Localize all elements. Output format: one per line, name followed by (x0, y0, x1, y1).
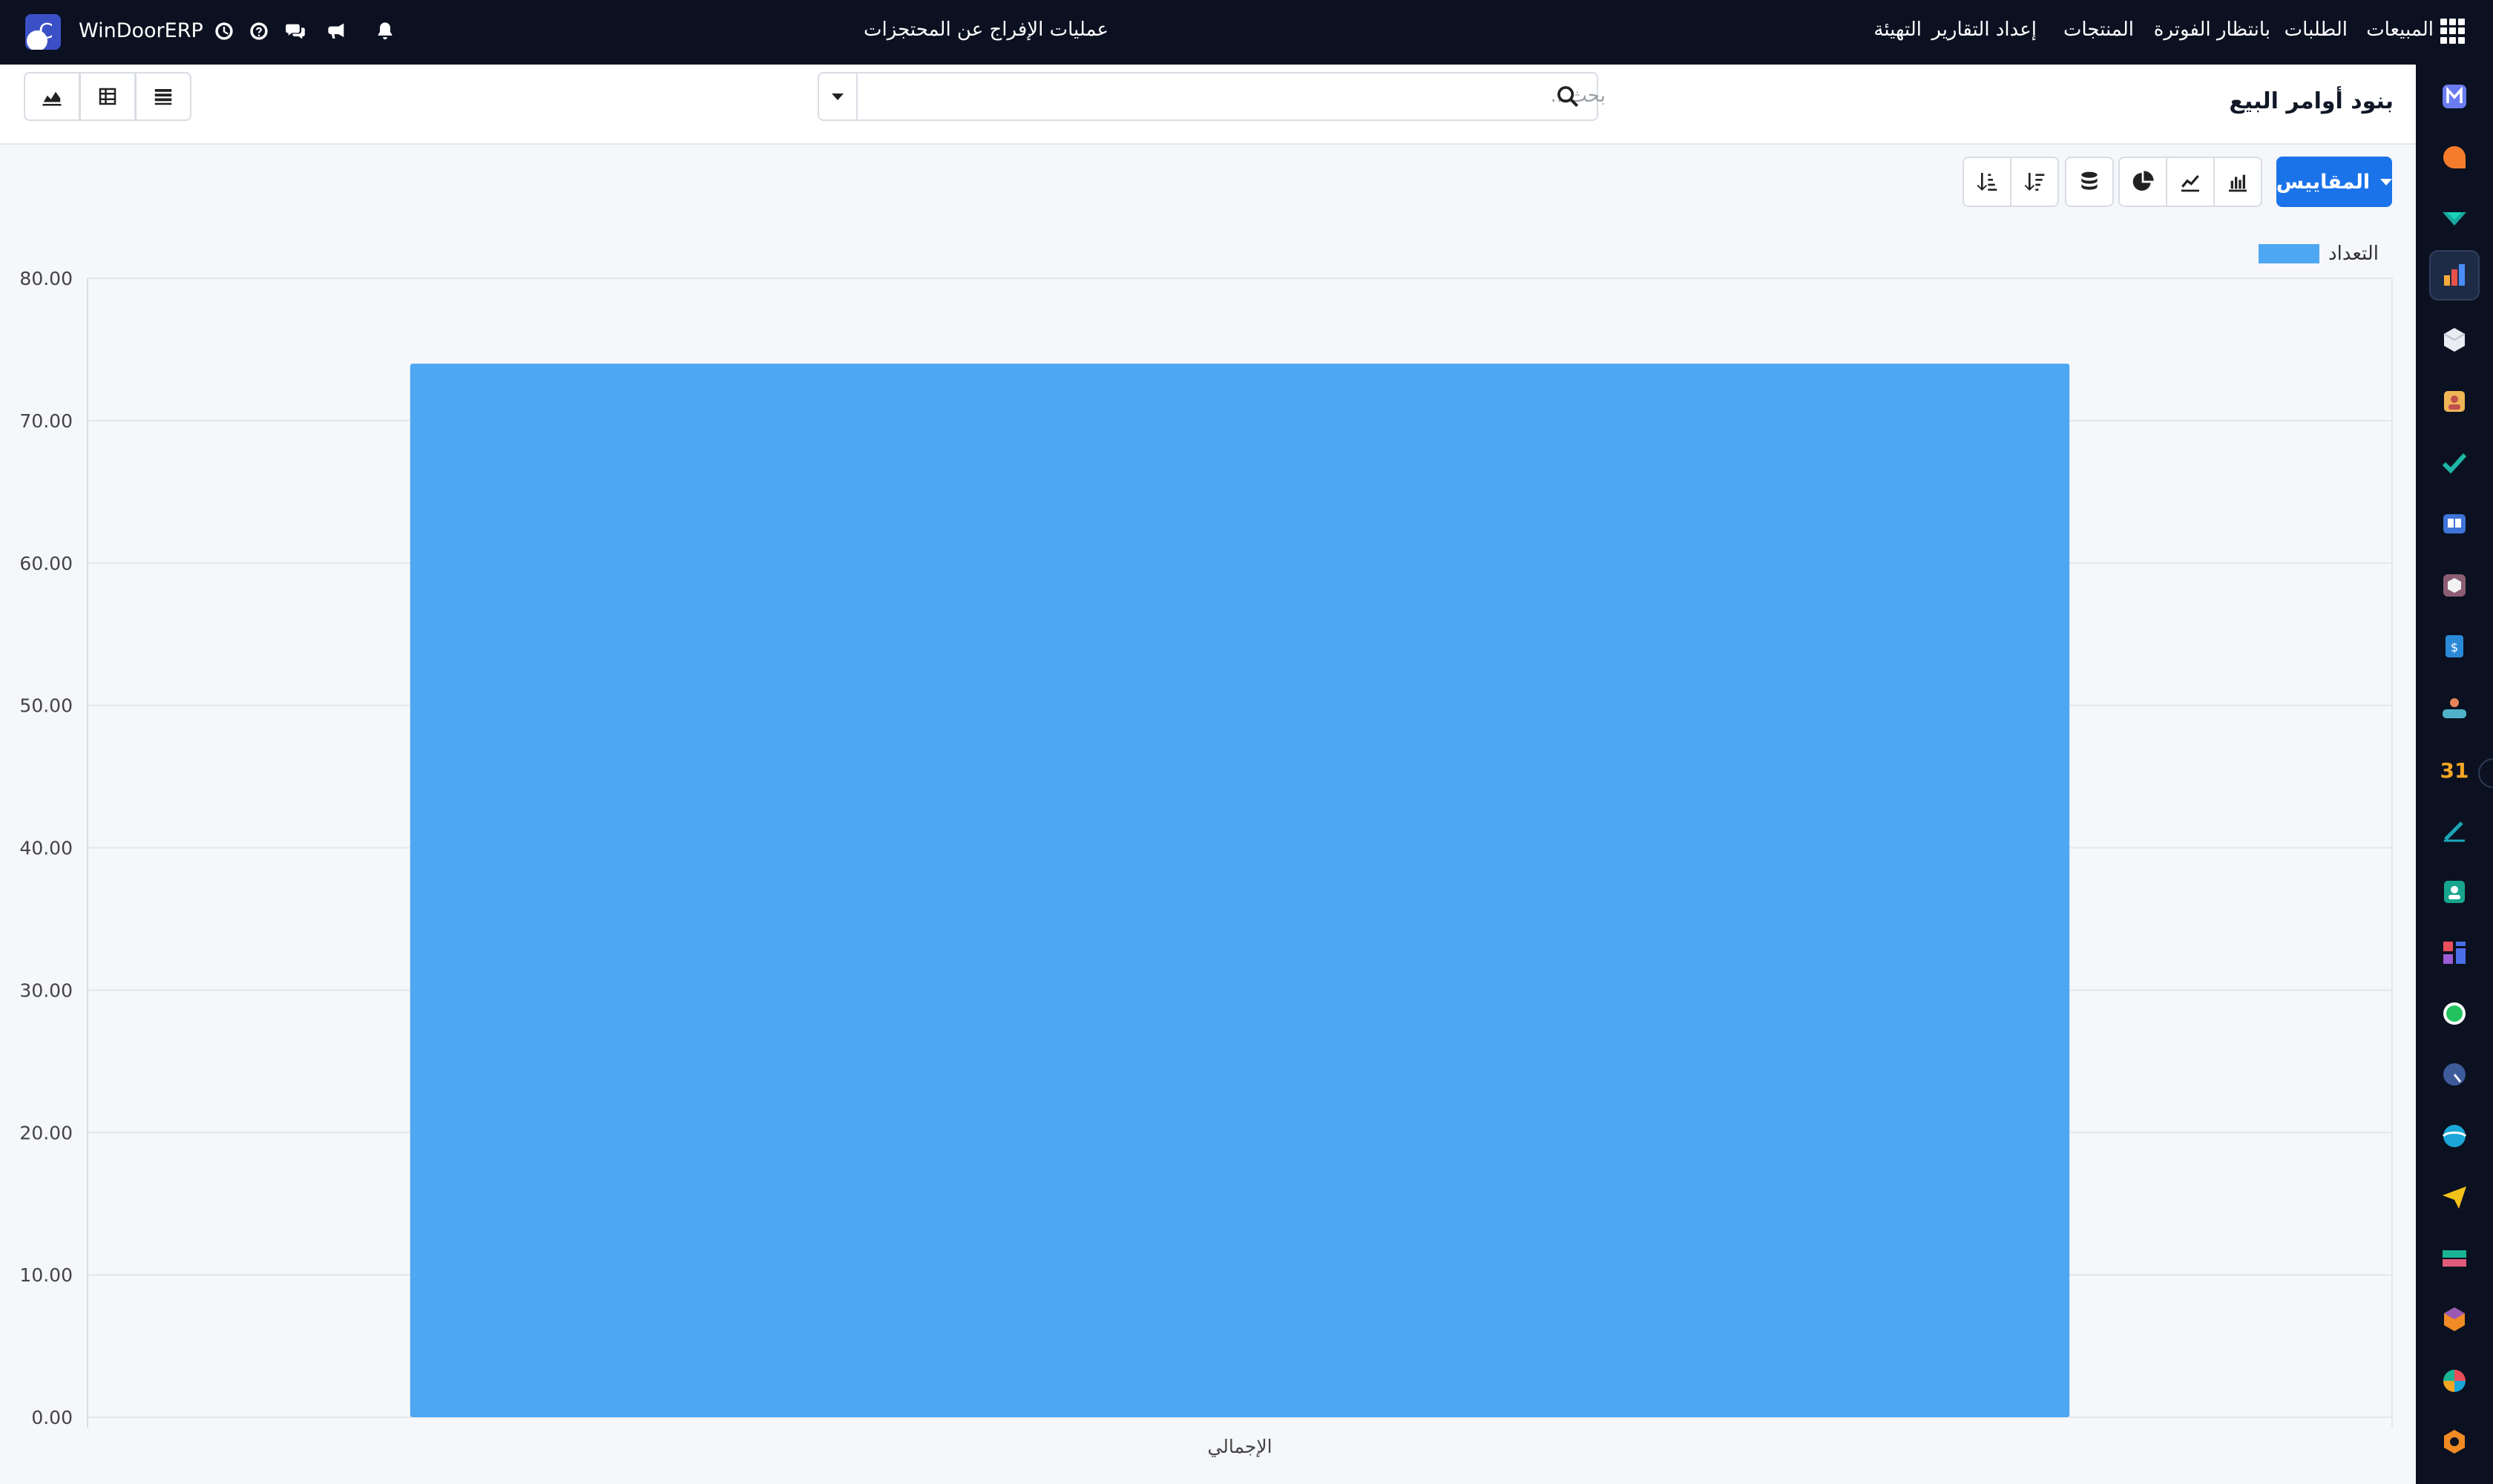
menu-retention-releases[interactable]: عمليات الإفراج عن المحتجزات (864, 19, 1108, 41)
search-icon[interactable] (1555, 84, 1580, 109)
reporting-app-icon[interactable] (2429, 250, 2480, 301)
directory-app-icon[interactable] (2429, 867, 2480, 917)
list-view-button[interactable] (135, 72, 191, 121)
pie-chart-button[interactable] (2118, 157, 2167, 207)
y-tick-label: 60.00 (19, 553, 73, 574)
graph-view-button[interactable] (24, 72, 80, 121)
employees-app-icon[interactable] (2429, 683, 2480, 733)
page-title: بنود أوامر البيع (2229, 88, 2394, 114)
bar-chart-button[interactable] (2213, 157, 2262, 207)
bar-chart-icon (2229, 174, 2247, 192)
y-tick-label: 20.00 (19, 1122, 73, 1143)
settings-app-icon[interactable] (2429, 1416, 2480, 1467)
menu-reporting[interactable]: إعداد التقارير (1931, 19, 2037, 41)
table-icon (99, 88, 116, 105)
logo-letter: C (39, 19, 53, 43)
measures-label: المقاييس (2276, 170, 2371, 194)
sort-descending-icon (2024, 173, 2045, 191)
y-tick-label: 80.00 (19, 268, 73, 289)
top-navbar: C WinDoorERP عمليات الإفراج عن المحتجزات… (0, 0, 2493, 65)
svg-text:$: $ (2451, 640, 2458, 654)
sort-ascending-button[interactable] (1962, 157, 2011, 207)
sort-descending-button[interactable] (2010, 157, 2059, 207)
timesheet-app-icon[interactable] (2429, 1049, 2480, 1100)
calendar-app-icon[interactable]: 31 (2429, 743, 2480, 794)
measures-dropdown-button[interactable]: المقاييس (2276, 157, 2393, 207)
payroll-app-icon[interactable] (2429, 1233, 2480, 1284)
search-bar (818, 72, 1606, 121)
y-tick-label: 10.00 (19, 1264, 73, 1286)
x-tick-label: الإجمالي (1207, 1436, 1272, 1457)
menu-orders[interactable]: الطلبات (2285, 19, 2348, 41)
y-tick-label: 40.00 (19, 838, 73, 859)
menu-products[interactable]: المنتجات (2063, 19, 2134, 41)
bullhorn-icon[interactable] (322, 16, 352, 46)
bell-icon[interactable] (370, 16, 400, 46)
menu-to-invoice[interactable]: بانتظار الفوترة (2154, 19, 2270, 41)
survey-app-icon[interactable] (2429, 1356, 2480, 1406)
knowledge-app-icon[interactable] (2429, 499, 2480, 549)
line-chart-icon (2181, 174, 2199, 192)
y-tick-label: 0.00 (31, 1407, 73, 1428)
pivot-view-button[interactable] (79, 72, 136, 121)
discuss-app-icon[interactable] (2429, 132, 2480, 183)
tasks-app-icon[interactable] (2429, 437, 2480, 487)
whatsapp-app-icon[interactable] (2429, 988, 2480, 1039)
y-tick-label: 70.00 (19, 410, 73, 432)
sort-ascending-icon (1977, 173, 1997, 191)
search-options-toggle[interactable] (819, 73, 858, 119)
menu-sales[interactable]: المبيعات (2366, 19, 2434, 41)
help-icon[interactable] (244, 16, 274, 46)
clock-icon[interactable] (209, 16, 239, 46)
line-chart-button[interactable] (2166, 157, 2215, 207)
invoicing-app-icon[interactable]: $ (2429, 621, 2480, 672)
email-marketing-app-icon[interactable] (2429, 1172, 2480, 1222)
products-app-icon[interactable] (2429, 315, 2480, 365)
inventory-app-icon[interactable] (2429, 193, 2480, 243)
stacked-icon (2081, 171, 2098, 190)
control-panel: بنود أوامر البيع (0, 65, 2416, 145)
company-logo[interactable]: C (25, 14, 61, 50)
bar-chart: 0.00 10.00 20.00 30.00 40.00 50.00 60.00 70.00 8… (19, 268, 2393, 1457)
caret-down-icon (2380, 178, 2393, 186)
svg-text:31: 31 (2440, 758, 2469, 783)
caret-down-icon (832, 93, 844, 100)
sales-app-icon[interactable] (2429, 71, 2480, 122)
contacts-app-icon[interactable] (2429, 376, 2480, 427)
packages-app-icon[interactable] (2429, 560, 2480, 611)
list-icon (154, 89, 172, 105)
website-app-icon[interactable] (2429, 1111, 2480, 1161)
y-tick-label: 30.00 (19, 979, 73, 1001)
search-input[interactable] (864, 79, 1606, 112)
apps-grid-icon[interactable] (2440, 19, 2466, 44)
chat-icon[interactable] (280, 16, 310, 46)
y-tick-label: 50.00 (19, 695, 73, 717)
menu-configuration[interactable]: التهيئة (1873, 19, 1922, 41)
sign-app-icon[interactable] (2429, 805, 2480, 856)
brand-name[interactable]: WinDoorERP (79, 19, 203, 42)
stacked-toggle-button[interactable] (2065, 157, 2114, 207)
dashboard-app-icon[interactable] (2429, 928, 2480, 978)
chart-bar[interactable] (410, 364, 2070, 1417)
area-chart-icon (42, 91, 62, 106)
modules-app-icon[interactable] (2429, 1294, 2480, 1345)
pie-chart-icon (2132, 171, 2154, 191)
